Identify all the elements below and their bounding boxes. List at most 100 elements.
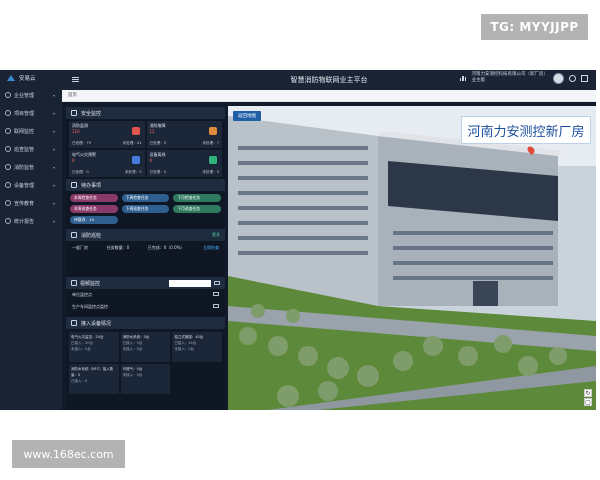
sidebar-item[interactable]: 项目管理 ▾ [0, 104, 62, 122]
safety-card[interactable]: 消防监测 120 已处理：79 未处理：41 [69, 121, 145, 148]
firecheck-title: 消防巡检 [81, 232, 102, 239]
fire-icon [5, 164, 11, 170]
task-pill[interactable]: 待整改：10 [70, 216, 118, 224]
topbar: 智慧消防物联网业主平台 河南力安测控科技有限公司（新厂房） 业主版 [62, 70, 596, 90]
building-3d-view[interactable]: 返回地图 河南力安测控新厂房 ↻ ▢ [228, 106, 596, 410]
avatar[interactable] [553, 72, 564, 84]
ports-grid: 电气火灾监控：20台 已接入：20台 未接入：0台 消防水系统：0台 已接入：0台 未接入… [66, 329, 225, 397]
alert-icon [209, 127, 217, 135]
card-unhandled: 未处理：41 [122, 141, 142, 145]
alert-icon [209, 156, 217, 164]
task-pill[interactable]: 下月巡查任务 [173, 205, 221, 213]
sidebar-item[interactable]: 消防监管 ▾ [0, 158, 62, 176]
video-icon[interactable] [213, 304, 219, 308]
device-unconnected: 未接入：0台 [174, 347, 195, 351]
chevron-down-icon: ▾ [52, 164, 55, 170]
sidebar-item[interactable]: 联网监控 ▾ [0, 122, 62, 140]
ports-header: 接入设备情况 [66, 317, 225, 329]
device-connected: 未接入：0台 [122, 373, 143, 377]
video-icon[interactable] [213, 292, 219, 296]
sidebar: 安易云 企业管理 ▾ 项目管理 ▾ 联网监控 ▾ 巡查监管 ▾ 消防监管 ▾ 设备管理 ▾ 宣传教育 ▾ 统… [0, 70, 62, 410]
building-scene [228, 106, 596, 410]
brand-name: 安易云 [19, 76, 36, 82]
brand[interactable]: 安易云 [0, 70, 62, 86]
education-icon [5, 200, 11, 206]
safety-card[interactable]: 消防故障 12 已处理：5 未处理：7 [146, 121, 222, 148]
chevron-down-icon: ▾ [52, 128, 55, 134]
video-icon[interactable] [214, 281, 220, 285]
sidebar-item-label: 项目管理 [14, 110, 35, 117]
video-header: 视频监控 [66, 277, 225, 289]
device-access-card: 消防水系统：0台 已接入：0台 未接入：0台 [120, 332, 171, 362]
task-pill[interactable]: 下周巡查任务 [121, 205, 170, 213]
tab-home[interactable]: 首页 [68, 92, 77, 98]
sidebar-item-label: 统计报告 [14, 218, 35, 225]
camera-icon [71, 280, 77, 286]
card-unhandled: 未处理：0 [202, 170, 219, 174]
task-pill[interactable]: 本周检查任务 [70, 194, 118, 202]
firecheck-done: 已完成：0（0.0%） [147, 245, 185, 250]
task-pill[interactable]: 本周巡查任务 [70, 205, 118, 213]
firecheck-header: 消防巡检 更多 [66, 229, 225, 241]
sidebar-item-label: 消防监管 [14, 164, 35, 171]
card-handled: 已处理：0 [149, 170, 167, 174]
device-unconnected: 未接入：0台 [71, 347, 91, 351]
task-pill[interactable]: 下月检查任务 [173, 194, 221, 202]
sidebar-item[interactable]: 企业管理 ▾ [0, 86, 62, 104]
firecheck-tasks: 任务数量：0 [106, 245, 130, 250]
statistics-icon[interactable] [459, 75, 467, 81]
tasks-title: 待办事项 [81, 182, 102, 189]
device-icon [71, 320, 77, 326]
safety-title: 安全监控 [81, 110, 102, 117]
device-icon [5, 182, 11, 188]
building-icon [5, 92, 11, 98]
monitor-icon [5, 128, 11, 134]
reset-icon[interactable]: ▢ [584, 398, 592, 406]
safety-card[interactable]: 设备离线 0 已处理：0 未处理：0 [146, 150, 222, 177]
sidebar-item-label: 宣传教育 [14, 200, 35, 207]
device-connected: 已接入：0 [71, 379, 88, 383]
sidebar-item[interactable]: 巡查监管 ▾ [0, 140, 62, 158]
sidebar-item[interactable]: 设备管理 ▾ [0, 176, 62, 194]
chevron-down-icon: ▾ [52, 92, 55, 98]
sidebar-item-label: 设备管理 [14, 182, 35, 189]
company-edition: 业主版 [471, 78, 486, 83]
company-info[interactable]: 河南力安测控科技有限公司（新厂房） 业主版 [472, 72, 549, 84]
building-label: 河南力安测控新厂房 [461, 116, 591, 144]
fullscreen-icon[interactable] [581, 74, 588, 82]
inspect-icon [5, 146, 11, 152]
calendar-icon [71, 182, 77, 188]
breadcrumb: 首页 [62, 90, 596, 102]
topbar-right: 河南力安测控科技有限公司（新厂房） 业主版 [459, 72, 588, 84]
task-pill[interactable]: 下周检查任务 [121, 194, 170, 202]
card-unhandled: 未处理：7 [202, 141, 219, 145]
card-handled: 已处理：5 [149, 141, 167, 145]
card-unhandled: 未处理：0 [124, 170, 142, 174]
device-access-card: 消防水系统（NFC）接入数量：0 已接入：0 [69, 364, 119, 394]
alert-icon [131, 127, 140, 135]
device-unconnected: 未接入：0台 [122, 347, 143, 351]
logo-icon [7, 75, 15, 81]
chevron-down-icon: ▾ [52, 146, 55, 152]
rotate-icon[interactable]: ↻ [584, 389, 592, 397]
camera-item[interactable]: 单位监控点 [66, 289, 225, 301]
sidebar-item-label: 巡查监管 [14, 146, 35, 153]
chevron-down-icon: ▾ [52, 218, 55, 224]
more-link[interactable]: 更多 [212, 232, 220, 238]
chevron-down-icon: ▾ [52, 182, 55, 188]
camera-item[interactable]: 生产车间监控点监控 [66, 301, 225, 313]
video-search-input[interactable] [169, 279, 211, 287]
safety-card[interactable]: 电气火灾预警 0 已处理：0 未处理：0 [69, 150, 145, 177]
card-handled: 已处理：0 [72, 170, 89, 174]
alert-icon [131, 156, 140, 164]
device-access-card: 可燃气：0台 未接入：0台 [120, 364, 171, 394]
project-icon [5, 110, 11, 116]
camera-label: 生产车间监控点监控 [72, 304, 108, 309]
sidebar-item[interactable]: 统计报告 ▾ [0, 212, 62, 230]
check-now-link[interactable]: 立即检查 [203, 245, 219, 251]
back-to-map-button[interactable]: 返回地图 [233, 111, 261, 121]
sidebar-item[interactable]: 宣传教育 ▾ [0, 194, 62, 212]
report-icon [5, 218, 11, 224]
settings-icon[interactable] [569, 74, 576, 82]
firecheck-name: 一般厂房 [72, 245, 88, 250]
